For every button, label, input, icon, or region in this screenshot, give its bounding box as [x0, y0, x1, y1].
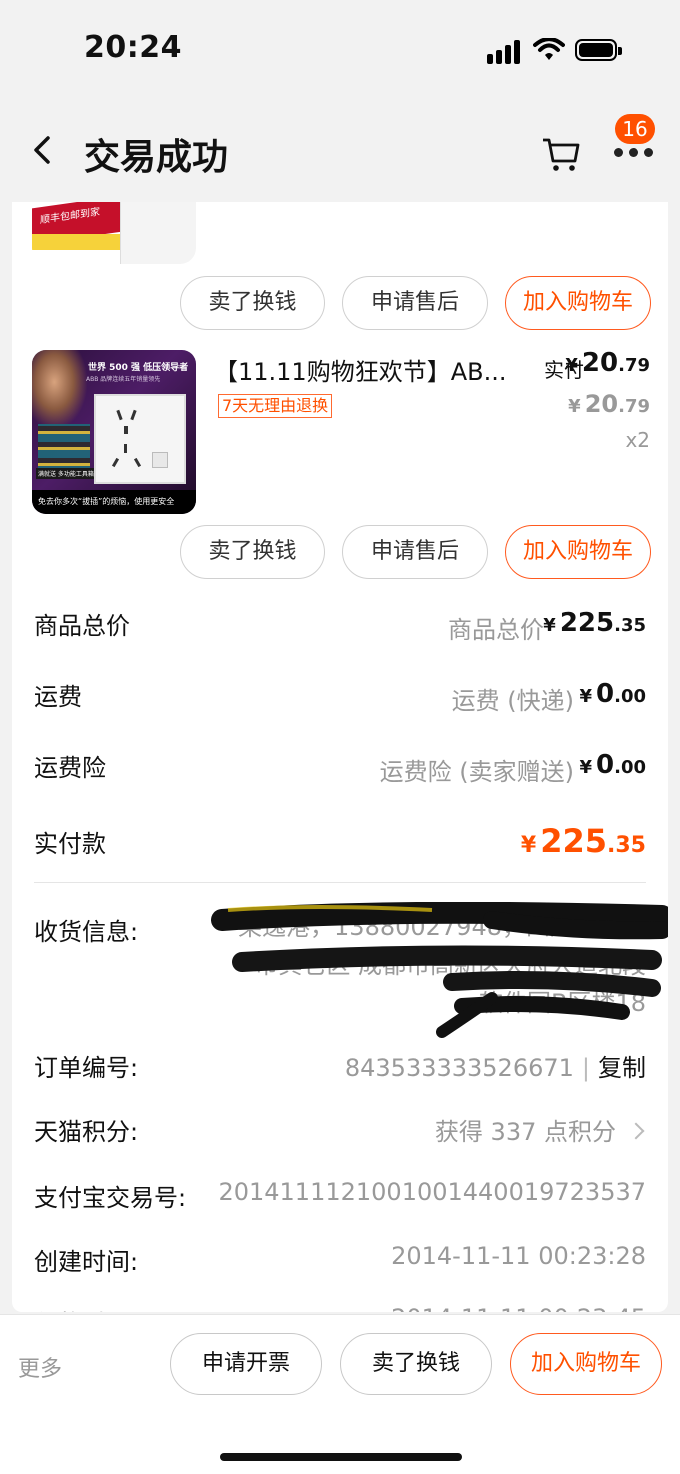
wifi-icon	[533, 38, 565, 60]
goods-total-label: 商品总价	[34, 612, 130, 640]
home-indicator	[220, 1453, 462, 1461]
prev-after-sale-button[interactable]: 申请售后	[342, 276, 488, 330]
socket-image	[94, 394, 186, 484]
alipay-number-label: 支付宝交易号:	[34, 1184, 187, 1212]
message-count-badge: 16	[615, 114, 655, 144]
shipping-label: 运费	[34, 683, 82, 711]
order-number-row: 843533333526671 | 复制	[344, 1054, 646, 1082]
order-card: 顺丰包邮到家 卖了换钱 申请售后 加入购物车 世界 500 强 低压领导者 AB…	[12, 202, 668, 1312]
shipping-sublabel: 运费 (快递)	[451, 687, 574, 715]
original-price: ¥20.79	[568, 390, 650, 418]
paid-time-value: 2014-11-11 00:23:45	[391, 1304, 646, 1312]
cart-icon[interactable]	[540, 134, 582, 172]
battery-icon	[575, 39, 622, 61]
after-sale-button[interactable]: 申请售后	[342, 525, 488, 579]
goods-total-amount: ¥225.35	[543, 608, 646, 638]
prev-product-image[interactable]: 顺丰包邮到家	[32, 202, 196, 264]
cellular-signal-icon	[487, 38, 523, 64]
shipping-insurance-sublabel: 运费险 (卖家赠送)	[379, 758, 574, 786]
address-label: 收货信息:	[34, 918, 139, 946]
shipping-amount: ¥0.00	[579, 679, 646, 709]
bottom-sell-button[interactable]: 卖了换钱	[340, 1333, 492, 1395]
divider	[34, 882, 646, 883]
add-to-cart-button[interactable]: 加入购物车	[505, 525, 651, 579]
product-image[interactable]: 世界 500 强 低压领导者 ABB 品牌连续五年销量领先 满就送 多功能工具箱…	[32, 350, 196, 514]
product-title[interactable]: 【11.11购物狂欢节】AB...	[214, 352, 506, 387]
paid-time-label: 付款时间:	[34, 1304, 138, 1312]
toolbox-image	[38, 424, 90, 474]
shipping-insurance-amount: ¥0.00	[579, 750, 646, 780]
goods-total-sublabel: 商品总价	[448, 616, 544, 644]
status-time: 20:24	[84, 30, 182, 65]
product-image-headline: 世界 500 强 低压领导者	[88, 363, 189, 373]
shipping-insurance-label: 运费险	[34, 754, 106, 782]
product-image-banner: 免去你多次“拔插”的烦恼，使用更安全	[32, 490, 196, 514]
address-value: 某逸港，13880027948，四川省成都 市其它区 成都市高新区天府大道北段 …	[238, 913, 646, 1017]
chevron-right-icon	[627, 1122, 645, 1140]
order-number-value: 843533333526671	[344, 1054, 574, 1082]
total-paid-amount: ¥225.35	[520, 822, 646, 860]
bottom-add-to-cart-button[interactable]: 加入购物车	[510, 1333, 662, 1395]
copy-button[interactable]: 复制	[598, 1054, 646, 1082]
product-image-subline: ABB 品牌连续五年销量领先	[86, 376, 161, 383]
more-button[interactable]: 更多	[18, 1351, 62, 1383]
back-arrow-icon[interactable]	[26, 128, 66, 172]
prev-add-to-cart-button[interactable]: 加入购物车	[505, 276, 651, 330]
alipay-number-value: 2014111121001001440019723537	[218, 1178, 646, 1206]
prev-image-caption: 顺丰包邮到家	[40, 206, 100, 227]
quantity: x2	[625, 428, 650, 452]
status-bar: 20:24	[0, 0, 680, 100]
order-number-label: 订单编号:	[34, 1054, 139, 1082]
created-time-value: 2014-11-11 00:23:28	[391, 1242, 646, 1270]
nav-bar: 交易成功	[0, 100, 680, 200]
points-row[interactable]: 获得 337 点积分	[434, 1112, 645, 1147]
invoice-button[interactable]: 申请开票	[170, 1333, 322, 1395]
points-value: 获得 337 点积分	[434, 1118, 616, 1146]
return-policy-tag: 7天无理由退换	[218, 394, 333, 418]
bottom-action-bar: 更多 申请开票 卖了换钱 加入购物车	[0, 1314, 680, 1474]
sell-button[interactable]: 卖了换钱	[180, 525, 325, 579]
total-paid-label: 实付款	[34, 830, 106, 858]
created-time-label: 创建时间:	[34, 1248, 139, 1276]
product-image-badge: 满就送 多功能工具箱	[36, 468, 96, 479]
paid-price: ¥20.79	[565, 348, 650, 378]
prev-sell-button[interactable]: 卖了换钱	[180, 276, 325, 330]
page-title: 交易成功	[84, 137, 229, 178]
points-label: 天猫积分:	[34, 1118, 139, 1146]
